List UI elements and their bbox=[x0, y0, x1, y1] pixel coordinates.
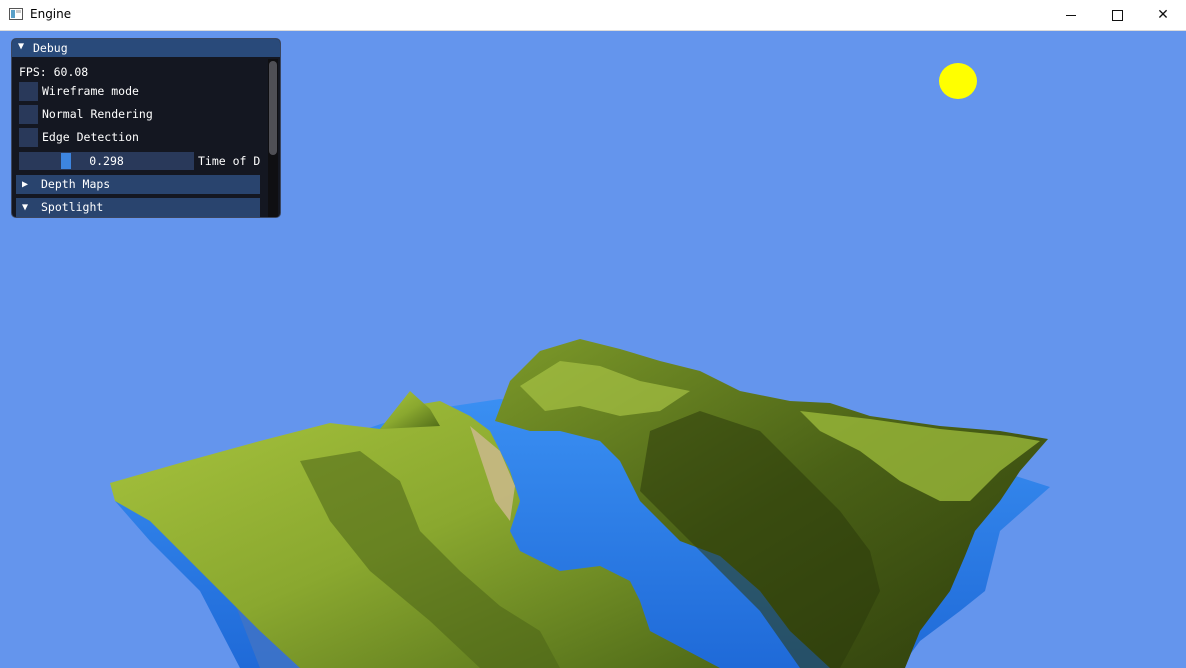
depth-maps-label: Depth Maps bbox=[41, 177, 111, 191]
time-of-day-slider[interactable]: 0.298 bbox=[19, 152, 194, 170]
minimize-button[interactable] bbox=[1048, 0, 1094, 30]
normal-rendering-label: Normal Rendering bbox=[42, 107, 153, 121]
sun bbox=[939, 63, 977, 99]
wireframe-checkbox[interactable] bbox=[19, 82, 38, 101]
debug-panel[interactable]: ▼ Debug FPS: 60.08 Wireframe mode Normal… bbox=[11, 38, 281, 218]
edge-detection-label: Edge Detection bbox=[42, 130, 139, 144]
debug-scrollbar[interactable] bbox=[268, 59, 278, 217]
fps-readout: FPS: 60.08 bbox=[19, 65, 89, 79]
normal-rendering-checkbox[interactable] bbox=[19, 105, 38, 124]
app-window-icon bbox=[9, 8, 23, 20]
close-icon: ✕ bbox=[1157, 7, 1169, 23]
window-title-bar[interactable]: Engine ✕ bbox=[0, 0, 1186, 31]
spotlight-section[interactable]: ▼ Spotlight bbox=[16, 198, 260, 217]
maximize-button[interactable] bbox=[1094, 0, 1140, 30]
edge-detection-checkbox[interactable] bbox=[19, 128, 38, 147]
window-title: Engine bbox=[30, 7, 72, 21]
scrollbar-thumb[interactable] bbox=[269, 61, 277, 155]
expand-triangle-icon: ▶ bbox=[22, 179, 29, 190]
depth-maps-section[interactable]: ▶ Depth Maps bbox=[16, 175, 260, 194]
spotlight-label: Spotlight bbox=[41, 200, 104, 214]
minimize-icon bbox=[1066, 14, 1076, 16]
debug-panel-title: Debug bbox=[33, 41, 68, 55]
wireframe-label: Wireframe mode bbox=[42, 84, 139, 98]
collapse-triangle-icon: ▼ bbox=[22, 202, 29, 213]
collapse-triangle-icon[interactable]: ▼ bbox=[18, 41, 24, 52]
close-button[interactable]: ✕ bbox=[1140, 0, 1186, 30]
debug-panel-header[interactable]: ▼ Debug bbox=[12, 39, 280, 57]
time-of-day-label: Time of D bbox=[198, 154, 261, 168]
slider-value: 0.298 bbox=[89, 154, 124, 168]
maximize-icon bbox=[1111, 9, 1123, 21]
